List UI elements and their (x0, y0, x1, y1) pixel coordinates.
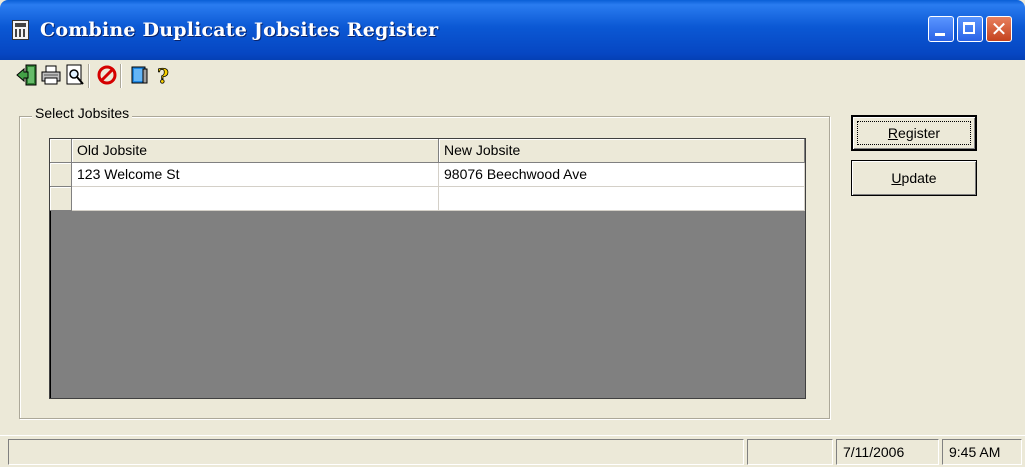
toolbar-separator (88, 64, 90, 88)
new-jobsite-cell[interactable]: 98076 Beechwood Ave (439, 163, 805, 187)
close-icon: ✕ (990, 17, 1008, 41)
cancel-button[interactable] (96, 62, 118, 88)
update-label-rest: pdate (901, 170, 937, 186)
old-jobsite-cell[interactable]: 123 Welcome St (72, 163, 439, 187)
status-panel-secondary (747, 439, 833, 465)
print-preview-button[interactable] (64, 62, 86, 88)
svg-text:?: ? (157, 64, 169, 87)
print-icon (41, 65, 61, 85)
table-row[interactable]: 123 Welcome St 98076 Beechwood Ave (50, 163, 805, 187)
app-calculator-icon[interactable] (12, 20, 29, 40)
register-button-label: Register (888, 125, 940, 141)
minimize-button[interactable] (928, 16, 954, 42)
update-button-label: Update (891, 170, 936, 186)
status-bar: 7/11/2006 9:45 AM (0, 435, 1025, 467)
toolbar-separator (120, 64, 122, 88)
toolbar: ? (0, 60, 1025, 94)
register-label-rest: egister (898, 125, 941, 141)
help-button[interactable]: ? (152, 62, 174, 88)
maximize-button[interactable] (957, 16, 983, 42)
old-jobsite-cell[interactable] (72, 187, 439, 211)
book-button[interactable] (128, 62, 150, 88)
grid-corner-cell[interactable] (50, 139, 72, 163)
column-header-new-jobsite[interactable]: New Jobsite (439, 139, 805, 163)
row-selector[interactable] (50, 163, 72, 187)
window-title: Combine Duplicate Jobsites Register (40, 19, 439, 41)
help-icon: ? (157, 64, 170, 87)
register-mnemonic: R (887, 125, 899, 141)
close-button[interactable]: ✕ (986, 16, 1012, 42)
book-icon (131, 66, 148, 84)
table-row[interactable] (50, 187, 805, 211)
update-mnemonic: U (891, 170, 902, 186)
row-selector[interactable] (50, 187, 72, 211)
new-jobsite-cell[interactable] (439, 187, 805, 211)
update-button[interactable]: Update (851, 160, 977, 196)
register-button[interactable]: Register (851, 115, 977, 151)
status-time: 9:45 AM (942, 439, 1022, 465)
print-preview-icon (66, 64, 84, 85)
minimize-icon (935, 33, 945, 36)
column-header-old-jobsite[interactable]: Old Jobsite (72, 139, 439, 163)
status-date: 7/11/2006 (836, 439, 939, 465)
grid-header-row: Old Jobsite New Jobsite (50, 139, 805, 163)
cancel-icon (97, 65, 117, 85)
title-bar[interactable]: Combine Duplicate Jobsites Register ✕ (0, 0, 1025, 60)
exit-icon (16, 64, 37, 86)
jobsites-grid[interactable]: Old Jobsite New Jobsite 123 Welcome St 9… (49, 138, 806, 399)
print-button[interactable] (40, 62, 62, 88)
status-panel-main (8, 439, 744, 465)
exit-button[interactable] (16, 62, 38, 88)
group-label: Select Jobsites (32, 105, 133, 121)
maximize-icon (963, 22, 975, 34)
